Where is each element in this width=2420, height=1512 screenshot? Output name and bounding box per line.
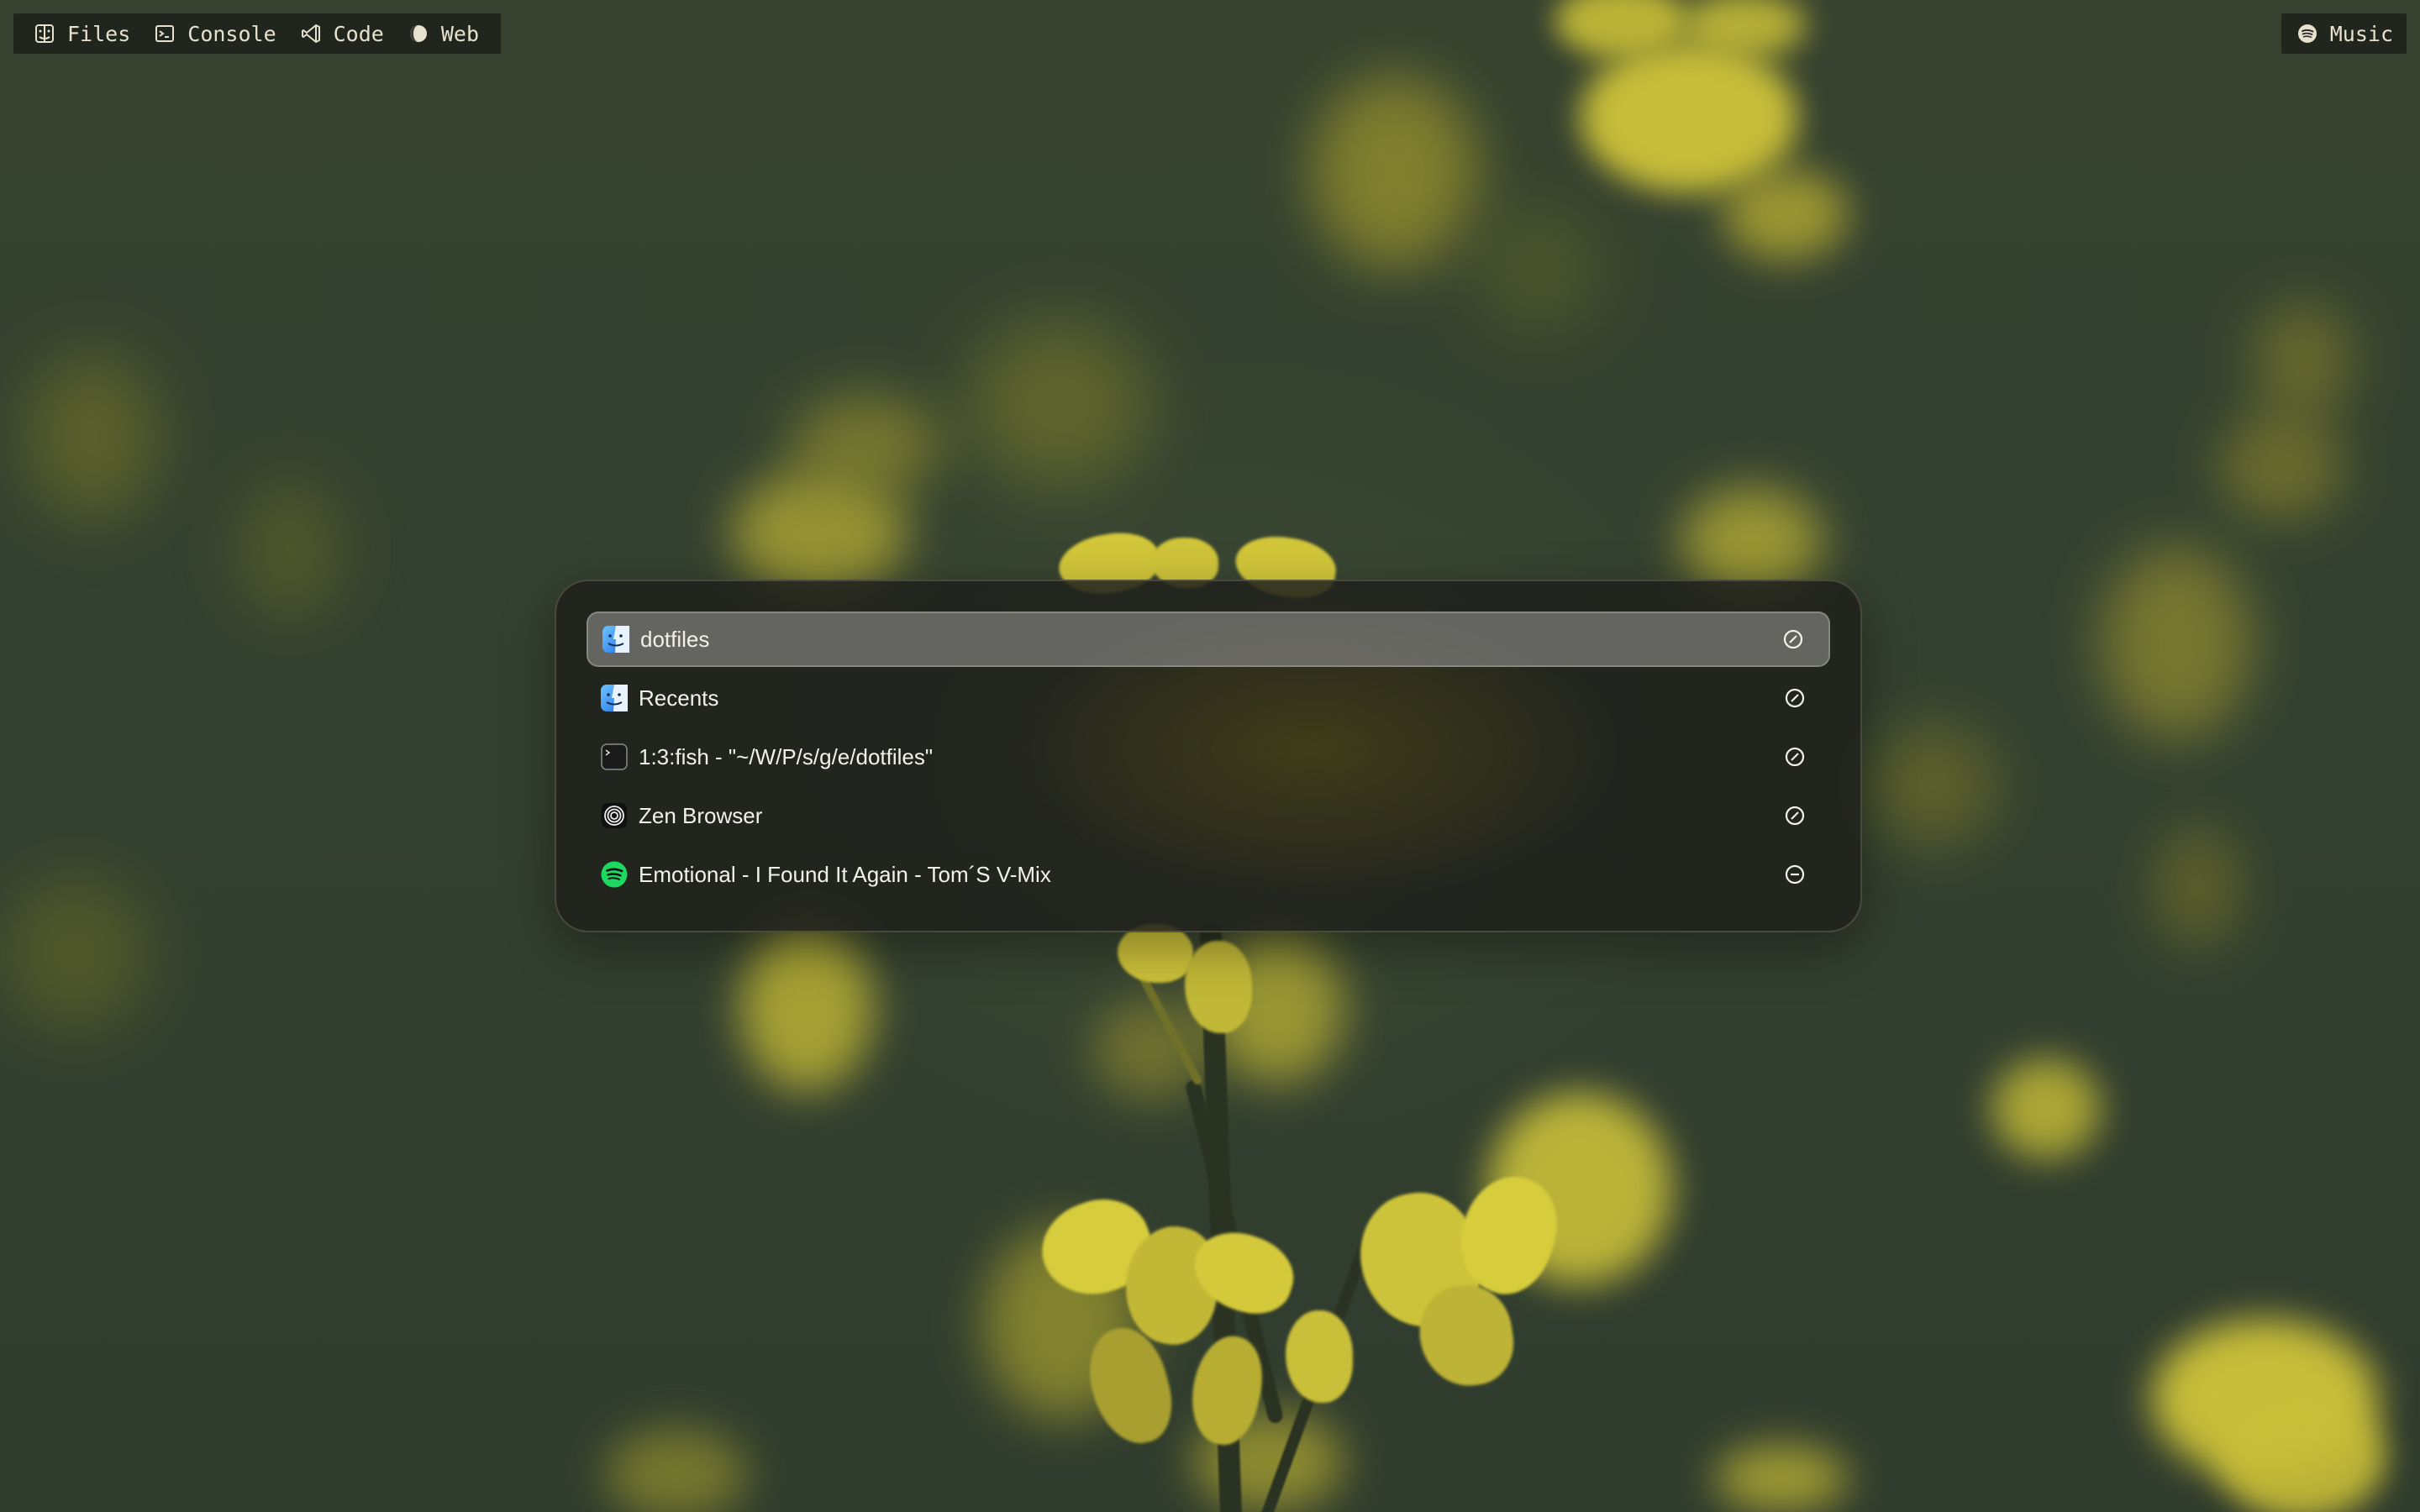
workspace-bar: Files Console Code Web	[13, 13, 501, 54]
workspace-console[interactable]: Console	[144, 13, 289, 54]
finder-icon	[602, 625, 630, 654]
result-recents[interactable]: Recents	[587, 670, 1830, 726]
browser-icon	[408, 23, 429, 45]
finder-icon	[34, 23, 55, 45]
workspace-web[interactable]: Web	[397, 13, 492, 54]
slashed-circle-icon[interactable]	[1781, 627, 1805, 651]
zen-browser-icon	[600, 801, 629, 830]
minus-circle-icon[interactable]	[1783, 863, 1807, 886]
music-widget[interactable]: Music	[2281, 13, 2407, 54]
result-label: Emotional - I Found It Again - Tom´S V-M…	[639, 861, 1051, 887]
launcher-panel: dotfiles Recents 1:3:fish - "~/W/P/s/g/e…	[555, 580, 1862, 932]
finder-icon	[600, 684, 629, 712]
workspace-web-label: Web	[440, 21, 479, 46]
result-dotfiles[interactable]: dotfiles	[587, 612, 1830, 667]
result-label: dotfiles	[640, 626, 710, 652]
vscode-icon	[300, 23, 322, 45]
spotify-icon	[2296, 23, 2318, 45]
music-label: Music	[2329, 21, 2393, 46]
result-label: Zen Browser	[639, 802, 763, 828]
workspace-files[interactable]: Files	[24, 13, 144, 54]
slashed-circle-icon[interactable]	[1783, 804, 1807, 827]
slashed-circle-icon[interactable]	[1783, 686, 1807, 710]
result-zen-browser[interactable]: Zen Browser	[587, 788, 1830, 843]
workspace-files-label: Files	[67, 21, 131, 46]
slashed-circle-icon[interactable]	[1783, 745, 1807, 769]
result-spotify-track[interactable]: Emotional - I Found It Again - Tom´S V-M…	[587, 847, 1830, 902]
workspace-code[interactable]: Code	[290, 13, 397, 54]
result-terminal-fish[interactable]: 1:3:fish - "~/W/P/s/g/e/dotfiles"	[587, 729, 1830, 785]
result-label: 1:3:fish - "~/W/P/s/g/e/dotfiles"	[639, 743, 934, 769]
terminal-icon	[154, 23, 176, 45]
terminal-icon	[600, 743, 629, 771]
spotify-icon	[600, 860, 629, 889]
result-label: Recents	[639, 685, 719, 711]
workspace-code-label: Code	[333, 21, 384, 46]
workspace-console-label: Console	[187, 21, 276, 46]
